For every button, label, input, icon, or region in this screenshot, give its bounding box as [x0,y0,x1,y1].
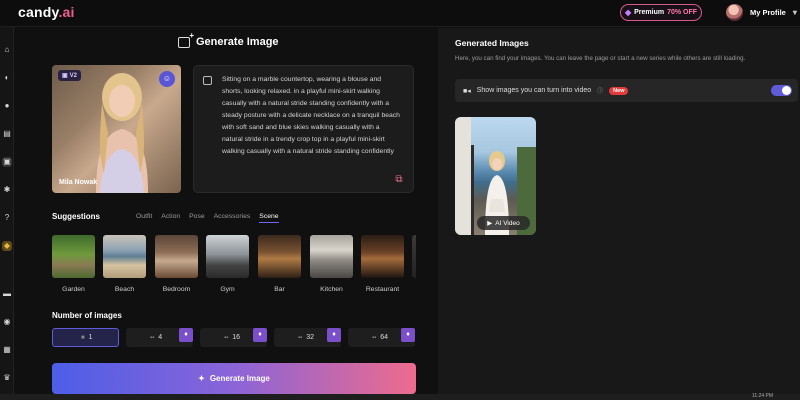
scene-list: Garden Beach Bedroom Gym Bar Kitchen Res… [52,235,416,295]
number-of-images-label: Number of images [52,311,122,320]
video-filter-label: Show images you can turn into video [476,87,592,94]
tab-outfit[interactable]: Outfit [136,213,152,223]
profile-menu[interactable]: My Profile ▾ [726,4,797,21]
scene-restaurant[interactable]: Restaurant [361,235,404,293]
help-icon[interactable]: ? [2,213,12,223]
gem-icon: ◆ [624,8,632,17]
image-count-icon: ▪▪ [298,334,303,341]
premium-button[interactable]: ◆ Premium 70% OFF [620,4,702,21]
scene-label: Bedroom [162,286,191,293]
scene-thumbnail [155,235,198,278]
os-taskbar [0,394,800,400]
scene-label: Kitchen [320,286,343,293]
results-title: Generated Images [455,38,529,48]
new-badge: New [609,86,629,95]
scene-more[interactable] [412,235,416,278]
scene-thumbnail [310,235,353,278]
scene-bar[interactable]: Bar [258,235,301,293]
suggestions-label: Suggestions [52,212,101,221]
scene-label: Gym [220,286,235,293]
image-icon: ▣ [62,73,68,79]
video-camera-icon: ■◂ [463,87,471,95]
premium-discount: 70% OFF [667,9,698,16]
premium-lock-icon: ♦ [327,328,341,342]
scene-beach[interactable]: Beach [103,235,146,293]
language-flag-icon[interactable]: ▬ [2,289,12,299]
scene-garden[interactable]: Garden [52,235,95,293]
scene-thumbnail [52,235,95,278]
shuffle-icon[interactable]: ⧉ [393,174,405,186]
chat-icon[interactable]: ● [2,101,12,111]
results-subtitle: Here, you can find your images. You can … [455,55,746,62]
explore-icon[interactable]: ◐ [2,73,12,83]
character-name: Mila Nowak [59,179,98,186]
sparkle-icon[interactable]: ✱ [2,185,12,195]
switch-character-icon[interactable]: ☺ [159,71,175,87]
magic-wand-icon: ✦ [198,374,205,383]
image-count-icon: ▪▪ [372,334,377,341]
num-images-32[interactable]: ▪▪ 32 ♦ [274,328,341,347]
scene-label: Restaurant [365,286,400,293]
image-count-icon: ■ [81,334,85,341]
scene-thumbnail [412,235,416,278]
tab-pose[interactable]: Pose [189,213,205,223]
info-icon[interactable]: ⓘ [597,86,603,95]
premium-label: Premium [634,9,665,16]
image-add-icon [178,31,194,48]
num-images-4[interactable]: ▪▪ 4 ♦ [126,328,193,347]
premium-lock-icon: ♦ [253,328,267,342]
image-count-icon: ▪▪ [150,334,155,341]
video-filter-toggle[interactable] [771,85,792,96]
scene-kitchen[interactable]: Kitchen [310,235,353,293]
trophy-icon[interactable]: ♛ [2,373,12,383]
num-images-64[interactable]: ▪▪ 64 ♦ [348,328,415,347]
avatar [726,4,743,21]
page-title: Generate Image [178,31,279,48]
logo[interactable]: candy.ai [18,4,75,20]
video-filter-row: ■◂ Show images you can turn into video ⓘ… [455,79,798,102]
generate-image-button[interactable]: ✦ Generate Image [52,363,416,394]
scene-bedroom[interactable]: Bedroom [155,235,198,293]
suggestion-tabs: Outfit Action Pose Accessories Scene [136,213,279,223]
generate-image-icon[interactable]: ▣ [2,157,12,167]
character-card[interactable]: ▣ V2 ☺ Mila Nowak [52,65,181,193]
version-badge: ▣ V2 [58,70,82,81]
scene-thumbnail [258,235,301,278]
top-bar: candy.ai ◆ Premium 70% OFF My Profile ▾ [0,0,800,27]
video-camera-icon: ▶ [487,220,493,227]
ai-video-button[interactable]: ▶ AI Video [477,216,530,230]
home-icon[interactable]: ⌂ [2,45,12,55]
collection-icon[interactable]: ▤ [2,129,12,139]
num-images-16[interactable]: ▪▪ 16 ♦ [200,328,267,347]
sidebar-rail: ⌂ ◐ ● ▤ ▣ ✱ ? ◆ ▬ ◉ ▦ ♛ [0,27,14,400]
discord-icon[interactable]: ◉ [2,317,12,327]
scene-label: Garden [62,286,85,293]
scene-label: Beach [114,286,135,293]
tab-scene[interactable]: Scene [259,213,279,223]
edit-icon [203,76,212,85]
tab-accessories[interactable]: Accessories [214,213,251,223]
profile-label: My Profile [750,8,786,17]
premium-lock-icon: ♦ [179,328,193,342]
scene-thumbnail [361,235,404,278]
character-portrait [96,73,148,193]
prompt-input[interactable]: Sitting on a marble countertop, wearing … [193,65,414,193]
image-count-icon: ▪▪ [224,334,229,341]
premium-lock-icon: ♦ [401,328,415,342]
affiliate-icon[interactable]: ▦ [2,345,12,355]
scene-label: Bar [274,286,285,293]
chevron-down-icon: ▾ [792,8,797,17]
prompt-text[interactable]: Sitting on a marble countertop, wearing … [222,74,400,158]
num-images-1[interactable]: ■ 1 [52,328,119,347]
scene-gym[interactable]: Gym [206,235,249,293]
premium-tag-icon[interactable]: ◆ [2,241,12,251]
scene-thumbnail [206,235,249,278]
taskbar-clock: 11:24 PM [752,393,774,399]
tab-action[interactable]: Action [161,213,180,223]
scene-thumbnail [103,235,146,278]
